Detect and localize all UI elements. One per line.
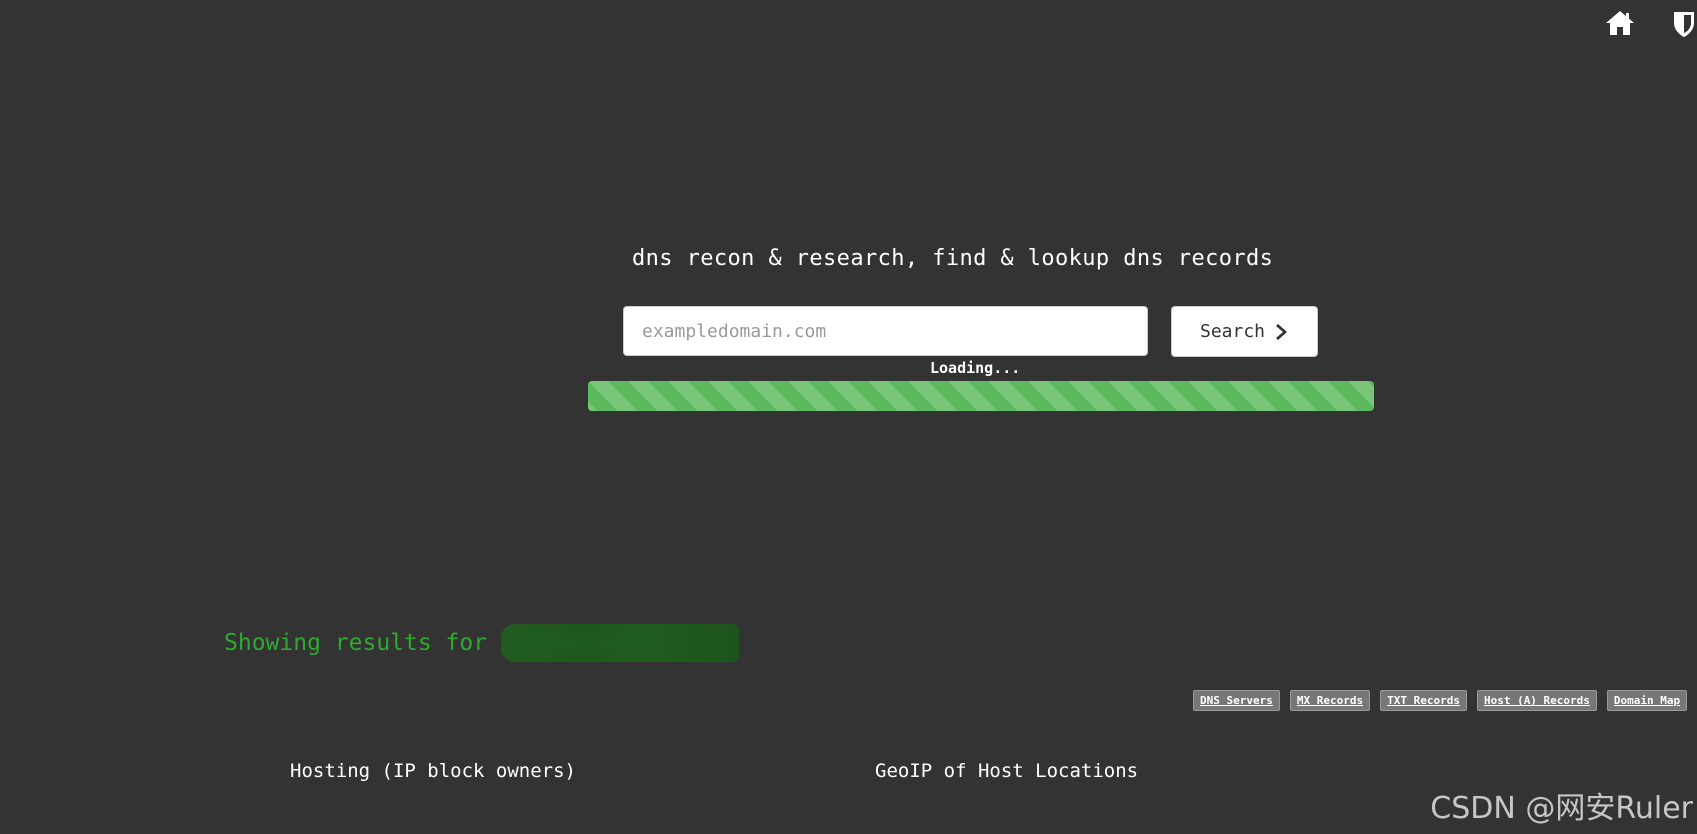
results-heading: Showing results for xyxy=(224,624,740,662)
tab-dns-servers[interactable]: DNS Servers xyxy=(1193,690,1280,711)
tab-mx-records[interactable]: MX Records xyxy=(1289,690,1371,711)
search-button-label: Search xyxy=(1199,321,1266,342)
tab-host-a-records[interactable]: Host (A) Records xyxy=(1476,690,1597,711)
search-button[interactable]: Search xyxy=(1171,306,1318,357)
redacted-domain xyxy=(501,624,740,662)
tab-domain-map[interactable]: Domain Map xyxy=(1606,690,1688,711)
results-prefix: Showing results for xyxy=(224,630,488,656)
page-tagline: dns recon & research, find & lookup dns … xyxy=(632,246,1274,271)
loading-progress-bar xyxy=(588,381,1374,411)
tab-txt-records[interactable]: TXT Records xyxy=(1380,690,1467,711)
record-tabs: DNS Servers MX Records TXT Records Host … xyxy=(1193,690,1688,711)
geoip-heading: GeoIP of Host Locations xyxy=(875,760,1139,782)
progress-bar-fill xyxy=(588,381,1374,411)
domain-search-input[interactable] xyxy=(623,306,1148,356)
hosting-heading: Hosting (IP block owners) xyxy=(290,760,576,782)
watermark: CSDN @网安Ruler xyxy=(1430,791,1693,826)
shield-icon[interactable] xyxy=(1672,10,1696,38)
top-navigation xyxy=(1497,8,1697,38)
loading-text: Loading... xyxy=(930,359,1021,377)
chevron-right-icon xyxy=(1276,323,1288,340)
home-icon[interactable] xyxy=(1605,10,1635,36)
